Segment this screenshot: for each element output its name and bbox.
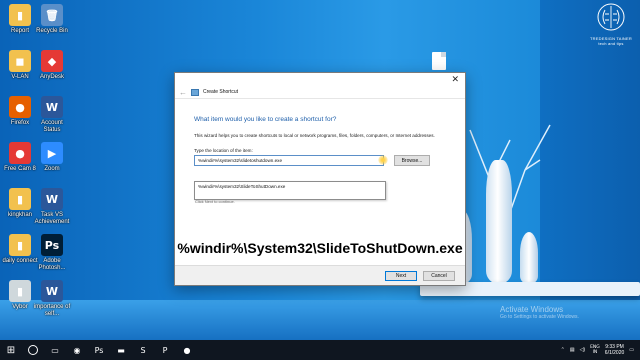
dialog-body: What item would you like to create a sho… xyxy=(175,116,465,166)
dialog-titlebar: ✕ xyxy=(175,73,465,86)
close-icon[interactable]: ✕ xyxy=(451,75,459,84)
autocomplete-dropdown: %windir%\system32\SlideToShutDown.exe xyxy=(194,181,386,200)
recycle-bin-icon: 🗑 xyxy=(41,4,63,26)
importance-icon: W xyxy=(41,280,63,302)
dialog-question: What item would you like to create a sho… xyxy=(194,116,337,123)
chevron-up-icon[interactable]: ⌃ xyxy=(561,347,565,353)
start-button[interactable]: ⊞ xyxy=(0,340,22,360)
wallpaper-vase-tall xyxy=(486,160,512,284)
video-caption: %windir%\System32\SlideToShutDown.exe xyxy=(177,240,463,256)
search-icon xyxy=(28,345,38,355)
desktop-shortcut-label: Adobe Photosh... xyxy=(38,258,66,271)
freecam-icon: ● xyxy=(9,142,31,164)
windows-logo-icon: ⊞ xyxy=(6,344,16,356)
desktop-shortcut[interactable]: ◆ AnyDesk xyxy=(32,50,72,81)
taskbar: ⊞ ▭ ◉ Ps ▬ S P ● ⌃ ▤ ◁) ENG IN 9:33 PM 6/1/202… xyxy=(0,340,640,360)
firefox-icon: ● xyxy=(9,96,31,118)
clock-date: 6/1/2020 xyxy=(604,350,625,356)
photoshop-taskbar-icon[interactable]: Ps xyxy=(88,340,110,360)
language-indicator[interactable]: ENG IN xyxy=(590,345,600,355)
sublime-icon[interactable]: S xyxy=(132,340,154,360)
zoom-icon: ▶ xyxy=(41,142,63,164)
powerpoint-icon[interactable]: P xyxy=(154,340,176,360)
chrome-icon[interactable]: ◉ xyxy=(66,340,88,360)
watermark-line-2: Go to Settings to activate Windows. xyxy=(500,314,579,320)
network-icon[interactable]: ▤ xyxy=(570,347,575,353)
shortcut-wizard-icon xyxy=(191,88,199,96)
back-arrow-icon[interactable]: ← xyxy=(179,88,187,97)
browse-button[interactable]: Browse... xyxy=(394,155,430,166)
brain-circuit-icon xyxy=(597,3,625,31)
desktop-shortcut[interactable]: Wimportance of self... xyxy=(32,280,72,318)
desktop-shortcut[interactable]: W Account Status xyxy=(32,96,72,134)
cancel-button[interactable]: Cancel xyxy=(423,270,455,281)
dialog-title: Create Shortcut xyxy=(203,89,239,95)
logo-line-2: tech and tips xyxy=(598,41,624,46)
desktop-shortcut-label: importance of self... xyxy=(33,304,71,317)
dialog-description: This wizard helps you to create shortcut… xyxy=(194,133,435,138)
location-row: Browse... xyxy=(194,155,465,166)
anydesk-icon: ◆ xyxy=(41,50,63,72)
task-vs-achievement-icon: W xyxy=(41,188,63,210)
account-status-icon: W xyxy=(41,96,63,118)
search-button[interactable] xyxy=(22,340,44,360)
region-code: IN xyxy=(592,350,598,355)
volume-icon[interactable]: ◁) xyxy=(580,347,586,353)
system-tray: ⌃ ▤ ◁) ENG IN 9:33 PM 6/1/2020 ▭ xyxy=(561,344,640,356)
vlan-icon: ◼ xyxy=(9,50,31,72)
file-explorer-icon[interactable]: ▬ xyxy=(110,340,132,360)
taskbar-clock[interactable]: 9:33 PM 6/1/2020 xyxy=(605,344,624,356)
kingkhan-icon: ▮ xyxy=(9,188,31,210)
desktop-file-icon[interactable] xyxy=(432,52,446,70)
desktop-shortcut-label: Account Status xyxy=(41,120,63,133)
report-icon: ▮ xyxy=(9,4,31,26)
location-input[interactable] xyxy=(194,155,384,166)
continue-hint: Click Next to continue. xyxy=(195,199,235,204)
mouse-cursor-highlight xyxy=(378,155,388,165)
location-label: Type the location of the item: xyxy=(194,148,253,153)
dialog-footer: Next Cancel xyxy=(175,265,465,285)
watermark-line-1: Activate Windows xyxy=(500,305,564,314)
notification-icon[interactable]: ▭ xyxy=(629,347,634,353)
task-view-icon[interactable]: ▭ xyxy=(44,340,66,360)
desktop-shortcut[interactable]: 🗑 Recycle Bin xyxy=(32,4,72,35)
desktop-shortcut-label: Zoom xyxy=(44,166,60,172)
desktop-shortcut[interactable]: W Task VS Achievement xyxy=(32,188,72,226)
desktop-shortcut[interactable]: ▶ Zoom xyxy=(32,142,72,173)
channel-logo: TREDESIGN TAINER tech and tips xyxy=(586,2,636,50)
desktop-shortcut-label: Recycle Bin xyxy=(36,28,68,34)
autocomplete-suggestion[interactable]: %windir%\system32\SlideToShutDown.exe xyxy=(195,182,385,191)
desktop-shortcut-label: Task VS Achievement xyxy=(34,212,70,225)
vybor-icon: ▮ xyxy=(9,280,31,302)
dialog-nav-bar: ← Create Shortcut xyxy=(175,86,465,99)
taskbar-apps: ▭ ◉ Ps ▬ S P ● xyxy=(44,340,198,360)
activate-windows-watermark: Activate Windows Go to Settings to activ… xyxy=(500,305,579,320)
desktop-shortcut-label: AnyDesk xyxy=(39,74,64,80)
recorder-icon[interactable]: ● xyxy=(176,340,198,360)
next-button[interactable]: Next xyxy=(385,270,417,281)
